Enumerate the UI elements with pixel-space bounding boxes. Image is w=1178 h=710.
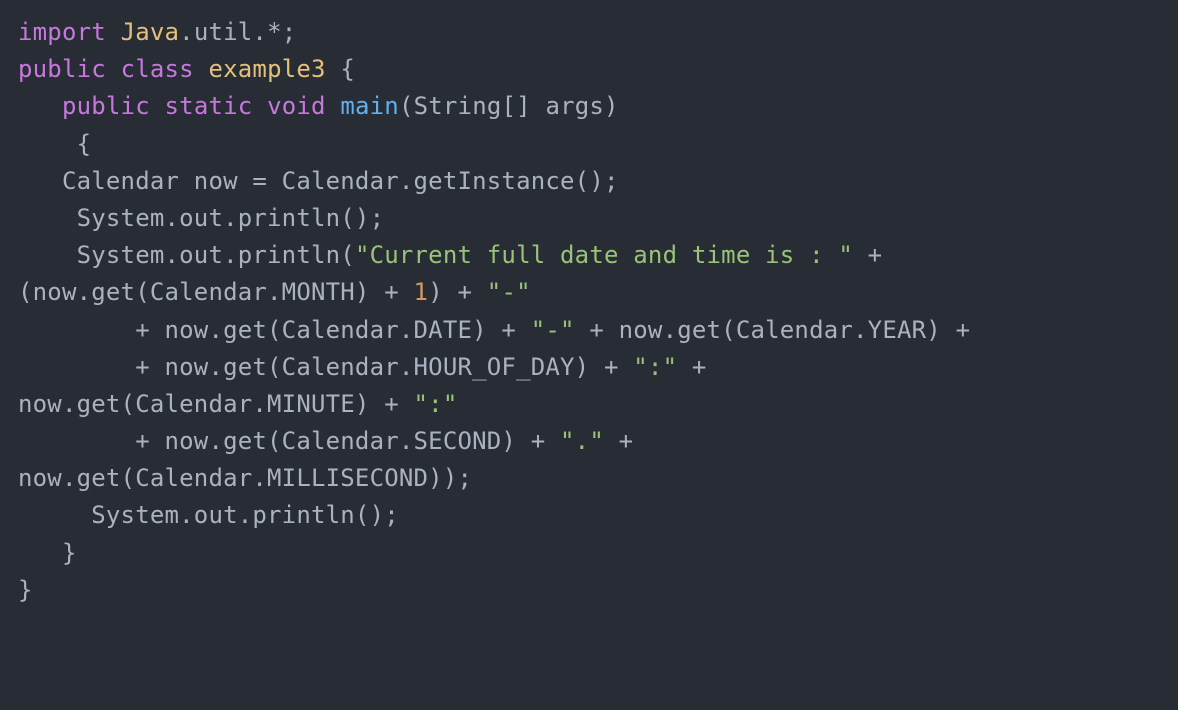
token-ident: (now.get(Calendar.MONTH) + [18,278,414,306]
code-line: { [18,130,91,158]
token-string: "Current full date and time is : " [355,241,853,269]
token-punct: } [18,576,33,604]
code-line: import Java.util.*; [18,18,296,46]
token-string: "-" [487,278,531,306]
token-punct [106,55,121,83]
code-line: public class example3 { [18,55,355,83]
code-line: now.get(Calendar.MILLISECOND)); [18,464,472,492]
token-string: ":" [633,353,677,381]
token-ident: + now.get(Calendar.HOUR_OF_DAY) + [18,353,633,381]
code-line: System.out.println(); [18,501,399,529]
code-line: System.out.println(); [18,204,384,232]
code-line: (now.get(Calendar.MONTH) + 1) + "-" [18,278,531,306]
token-ident: now.get(Calendar.MILLISECOND)); [18,464,472,492]
token-classname: example3 [208,55,325,83]
token-string: "." [560,427,604,455]
code-editor[interactable]: import Java.util.*; public class example… [0,0,1178,623]
token-punct [252,92,267,120]
token-ident: now.get(Calendar.MINUTE) + [18,390,414,418]
token-ident: + now.get(Calendar.DATE) + [18,316,531,344]
token-ident: System.out.println(); [18,204,384,232]
token-ident: ) + [428,278,487,306]
token-punct [150,92,165,120]
token-ident: System.out.println(); [18,501,399,529]
code-line: public static void main(String[] args) [18,92,619,120]
token-ident: System.out.println( [18,241,355,269]
code-line: } [18,539,77,567]
token-string: ":" [414,390,458,418]
token-ident: (String[] args) [399,92,619,120]
code-line: + now.get(Calendar.DATE) + "-" + now.get… [18,316,985,344]
token-keyword: void [267,92,326,120]
token-keyword: import [18,18,106,46]
token-punct: { [326,55,355,83]
code-line: Calendar now = Calendar.getInstance(); [18,167,619,195]
token-string: "-" [531,316,575,344]
token-keyword: public [18,55,106,83]
token-ident: Calendar now = Calendar.getInstance(); [18,167,619,195]
token-punct [326,92,341,120]
token-ident: .util.*; [179,18,296,46]
token-keyword: public [62,92,150,120]
token-ident: + [853,241,897,269]
code-line: } [18,576,33,604]
token-ident: + now.get(Calendar.SECOND) + [18,427,560,455]
code-line: + now.get(Calendar.HOUR_OF_DAY) + ":" + [18,353,721,381]
code-line: now.get(Calendar.MINUTE) + ":" [18,390,457,418]
token-punct [18,92,62,120]
token-keyword: class [121,55,194,83]
token-ident: + now.get(Calendar.YEAR) + [575,316,985,344]
code-block: import Java.util.*; public class example… [18,18,985,604]
token-number: 1 [414,278,429,306]
code-line: System.out.println("Current full date an… [18,241,897,269]
code-line: + now.get(Calendar.SECOND) + "." + [18,427,648,455]
token-keyword: static [165,92,253,120]
token-punct [194,55,209,83]
token-punct [106,18,121,46]
token-funcname: main [340,92,399,120]
token-punct: } [18,539,77,567]
token-punct: { [18,130,91,158]
token-classname: Java [121,18,180,46]
token-ident: + [604,427,648,455]
token-ident: + [677,353,721,381]
